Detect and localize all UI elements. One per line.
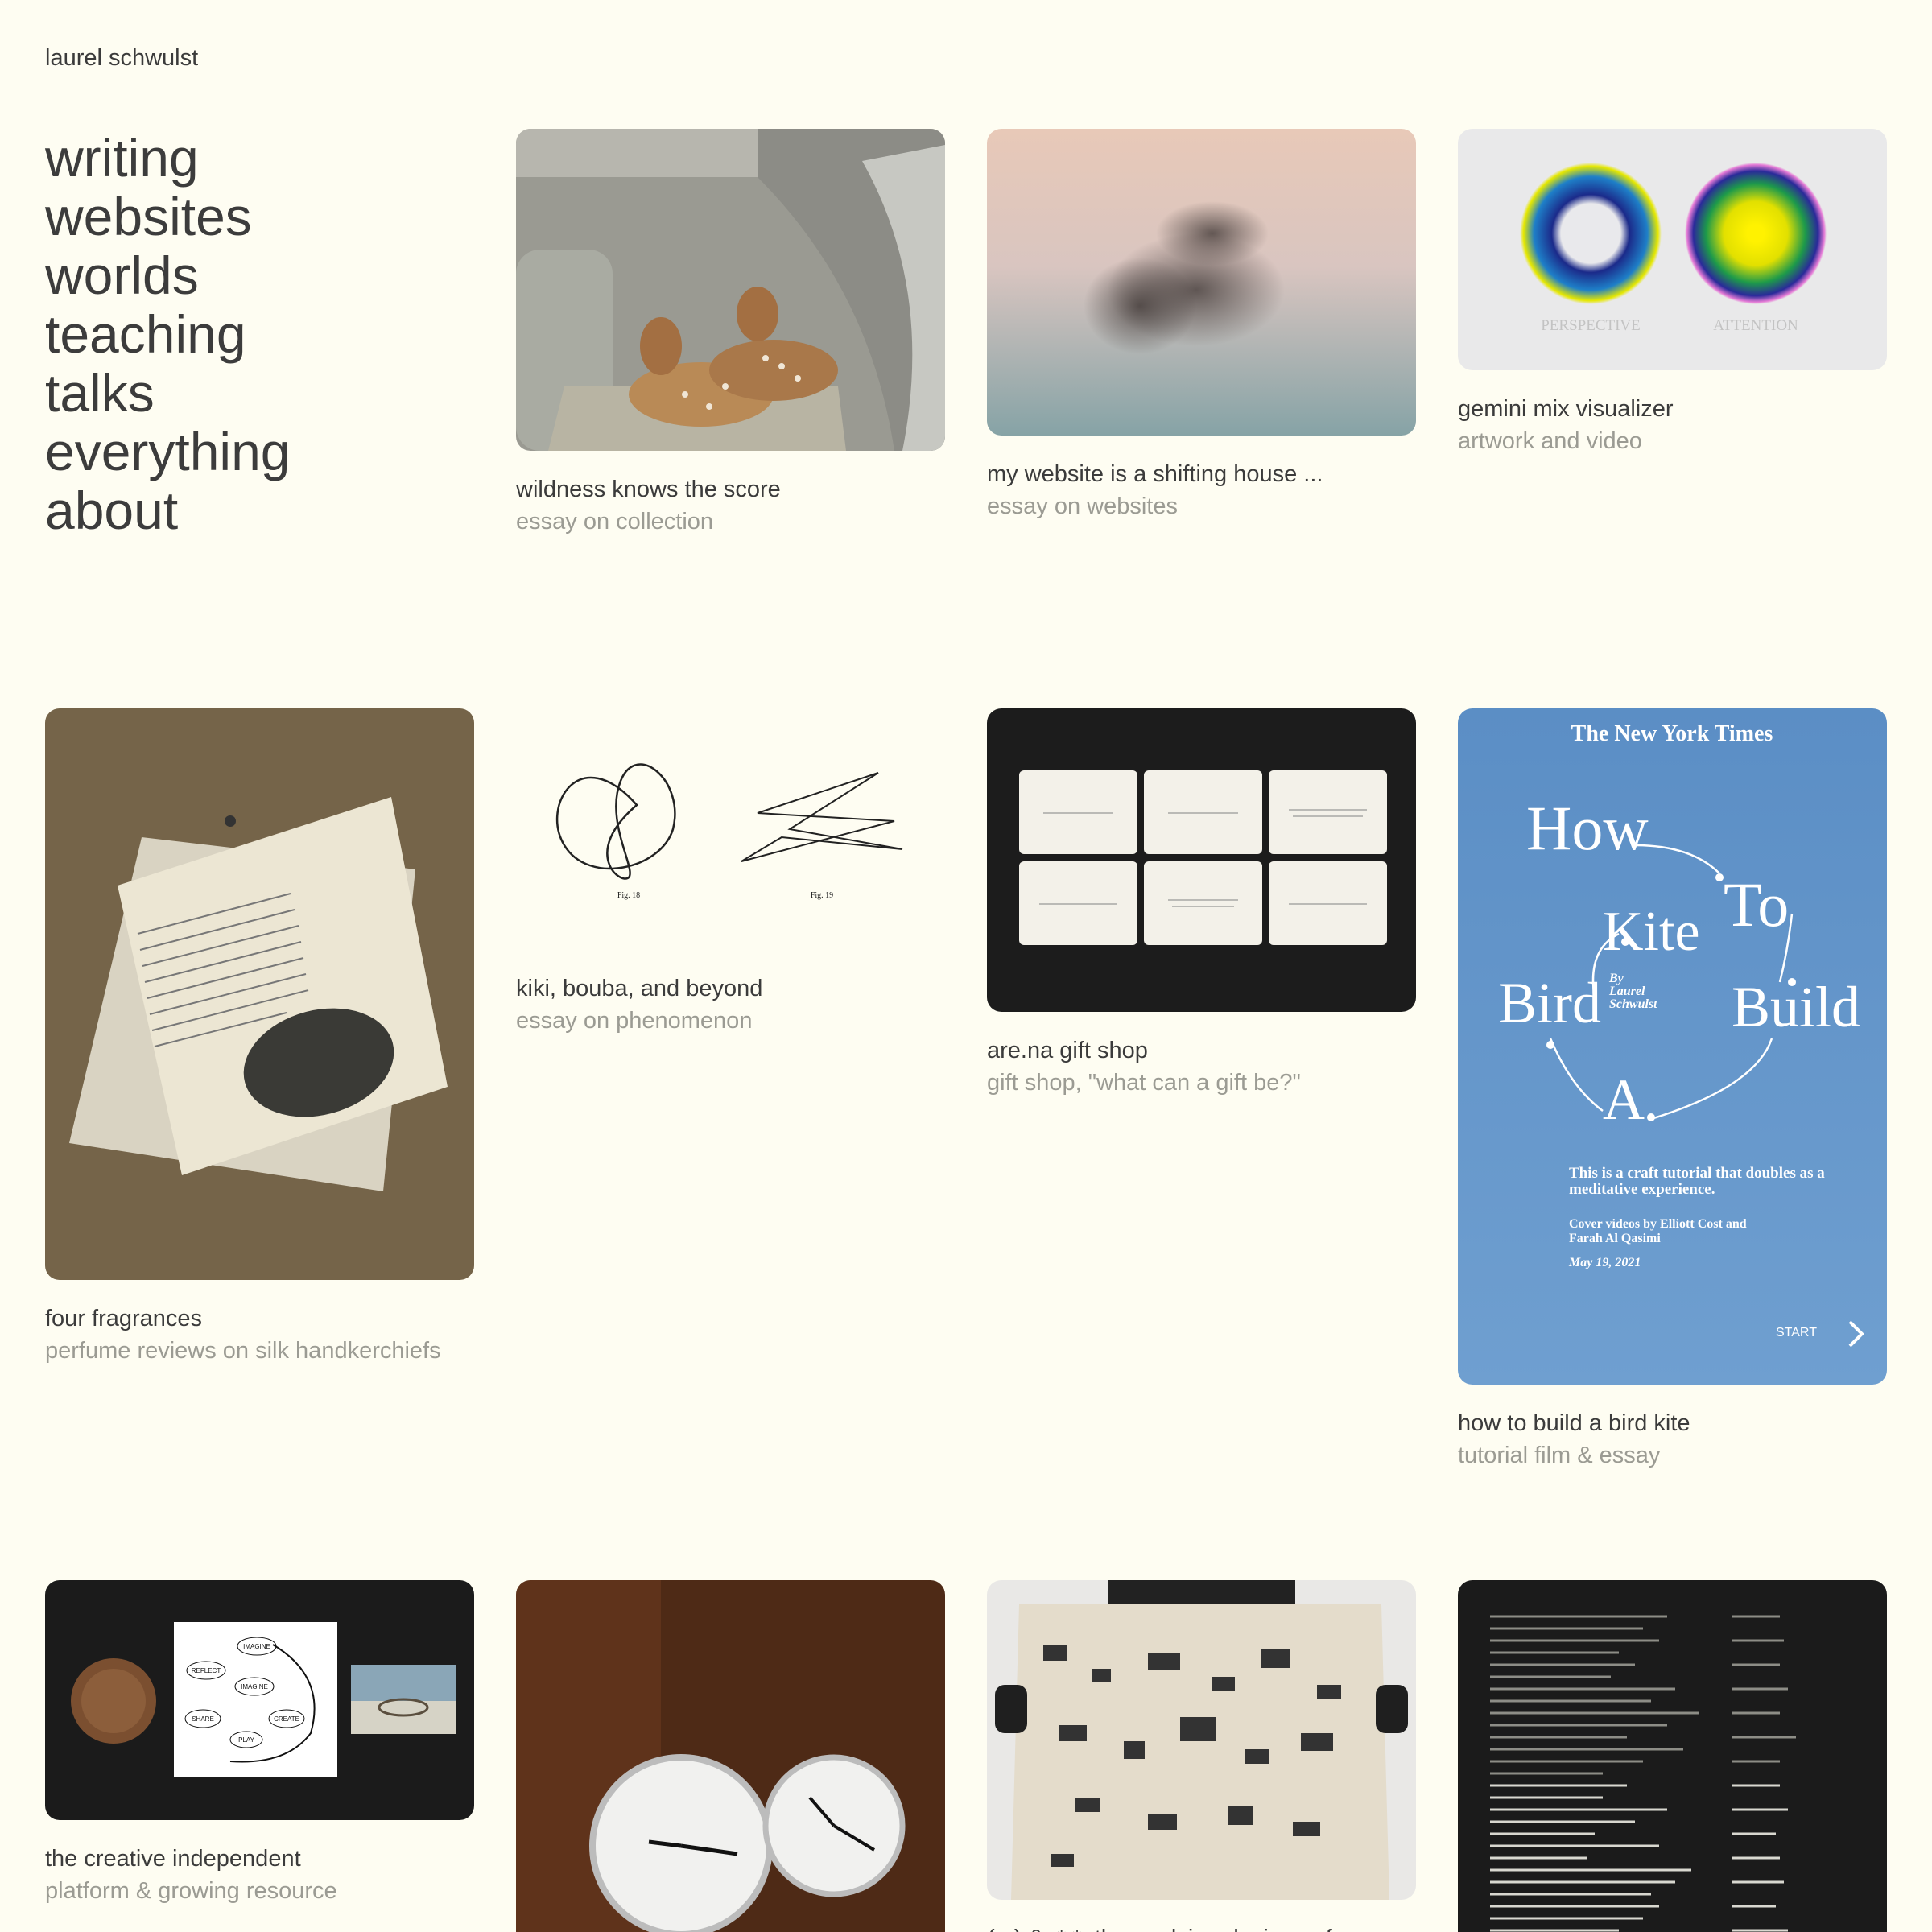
word-kite: Kite (1603, 901, 1700, 963)
card-subtitle: tutorial film & essay (1458, 1443, 1661, 1468)
card-seasonal-calendar[interactable] (1458, 1580, 1887, 1932)
fawns-in-car-image (516, 129, 945, 451)
word-how: How (1526, 793, 1649, 863)
credits-line: Farah Al Qasimi (1569, 1232, 1661, 1245)
nav-writing[interactable]: writing (45, 129, 291, 188)
cycle-word: CREATE (274, 1715, 299, 1723)
card-arena-gift-shop[interactable]: are.na gift shop gift shop, "what can a … (987, 708, 1416, 1099)
cycle-word: IMAGINE (241, 1683, 268, 1690)
nav-teaching[interactable]: teaching (45, 305, 291, 364)
nav-about[interactable]: about (45, 481, 291, 540)
nyt-masthead: The New York Times (1571, 721, 1773, 746)
perspective-label: PERSPECTIVE (1541, 317, 1641, 334)
nav-everything[interactable]: everything (45, 423, 291, 481)
word-bird: Bird (1498, 971, 1601, 1035)
fig-19-label: Fig. 19 (811, 891, 833, 900)
cycle-word: SHARE (192, 1715, 214, 1723)
site-name[interactable]: laurel schwulst (45, 45, 198, 72)
gift-cards-image (987, 708, 1416, 1012)
desc-line: This is a craft tutorial that doubles as… (1569, 1165, 1825, 1182)
word-a: A (1603, 1067, 1645, 1132)
cycle-word: PLAY (238, 1736, 255, 1744)
byline-line: By (1608, 972, 1624, 985)
card-title: wildness knows the score (516, 477, 781, 502)
card-title: the creative independent (45, 1846, 301, 1872)
silk-handkerchiefs-image (45, 708, 474, 1280)
card-title: (...) & .*.*: the evolving designs of (987, 1922, 1416, 1932)
gradient-circles-image: PERSPECTIVE ATTENTION (1458, 129, 1887, 370)
card-bird-kite[interactable]: The New York Times How To Kite Bird Buil… (1458, 708, 1887, 1472)
card-subtitle: essay on websites (987, 493, 1178, 519)
card-subtitle: essay on collection (516, 509, 714, 535)
seasonal-calendar-image (1458, 1580, 1887, 1932)
desc-line: meditative experience. (1569, 1181, 1715, 1198)
broadsheet-poster-image (987, 1580, 1416, 1900)
card-shifting-house[interactable]: my website is a shifting house ... essay… (987, 129, 1416, 522)
card-subtitle: artwork and video (1458, 428, 1642, 454)
card-subtitle: gift shop, "what can a gift be?" (987, 1070, 1301, 1096)
credits-line: Cover videos by Elliott Cost and (1569, 1217, 1747, 1231)
card-title: four fragrances (45, 1306, 203, 1331)
card-title: how to build a bird kite (1458, 1410, 1690, 1436)
card-title: are.na gift shop (987, 1038, 1148, 1063)
nav-worlds[interactable]: worlds (45, 246, 291, 305)
byline-line: Laurel (1608, 985, 1645, 998)
kiki-bouba-figures-image: Fig. 18 Fig. 19 (516, 708, 945, 950)
card-subtitle: platform & growing resource (45, 1878, 337, 1904)
card-kiki-bouba[interactable]: Fig. 18 Fig. 19 kiki, bouba, and beyond … (516, 708, 945, 1037)
card-subtitle: essay on phenomenon (516, 1008, 753, 1034)
starling-murmuration-image (987, 129, 1416, 436)
page: laurel schwulst writing websites worlds … (0, 0, 1932, 1932)
main-nav: writing websites worlds teaching talks e… (45, 129, 291, 540)
wall-clocks-image (516, 1580, 945, 1932)
attention-label: ATTENTION (1713, 317, 1798, 334)
word-build: Build (1732, 975, 1860, 1039)
card-wildness[interactable]: wildness knows the score essay on collec… (516, 129, 945, 538)
card-title: kiki, bouba, and beyond (516, 976, 763, 1001)
bird-kite-poster-image: The New York Times How To Kite Bird Buil… (1458, 708, 1887, 1385)
card-gemini[interactable]: PERSPECTIVE ATTENTION gemini mix visuali… (1458, 129, 1887, 457)
cycle-word: IMAGINE (243, 1643, 270, 1650)
nav-talks[interactable]: talks (45, 364, 291, 423)
card-four-fragrances[interactable]: four fragrances perfume reviews on silk … (45, 708, 474, 1367)
card-title: my website is a shifting house ... (987, 461, 1323, 487)
nav-websites[interactable]: websites (45, 188, 291, 246)
creative-cycle-image: IMAGINE REFLECT IMAGINE SHARE CREATE PLA… (45, 1580, 474, 1820)
cycle-word: REFLECT (192, 1667, 221, 1674)
start-label: START (1776, 1326, 1817, 1340)
card-evolving-designs[interactable]: (...) & .*.*: the evolving designs of (987, 1580, 1416, 1932)
date-line: May 19, 2021 (1568, 1256, 1641, 1269)
card-wall-clocks[interactable] (516, 1580, 945, 1932)
card-title: gemini mix visualizer (1458, 396, 1674, 422)
card-subtitle: perfume reviews on silk handkerchiefs (45, 1338, 441, 1364)
card-creative-independent[interactable]: IMAGINE REFLECT IMAGINE SHARE CREATE PLA… (45, 1580, 474, 1907)
word-to: To (1724, 869, 1789, 939)
byline-line: Schwulst (1609, 997, 1657, 1011)
fig-18-label: Fig. 18 (617, 891, 640, 900)
